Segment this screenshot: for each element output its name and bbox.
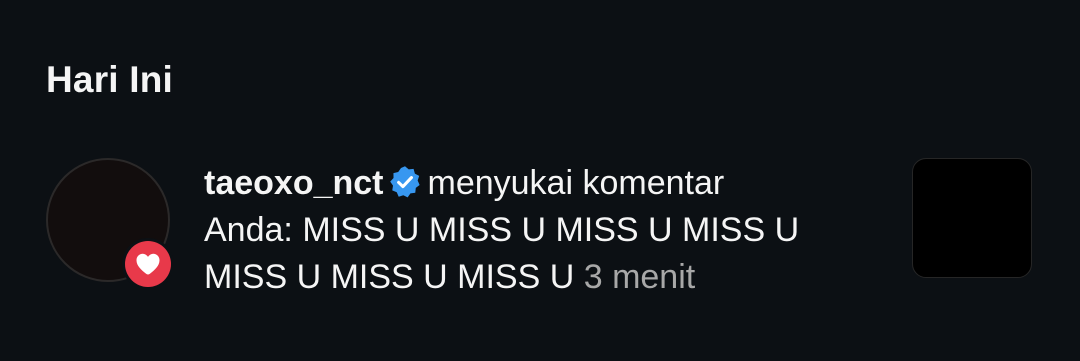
verified-badge-icon: [389, 166, 420, 198]
avatar-container[interactable]: [46, 158, 174, 290]
heart-icon: [136, 253, 160, 275]
comment-prefix: Anda:: [204, 211, 293, 249]
username-link[interactable]: taeoxo_nct: [204, 164, 384, 202]
activity-page: Hari Ini taeoxo_nct menyukai komentar And…: [0, 0, 1080, 361]
notification-time: 3 menit: [583, 258, 696, 296]
notification-action: menyukai komentar: [427, 164, 725, 202]
post-thumbnail[interactable]: [912, 158, 1032, 278]
like-badge-circle: [125, 241, 171, 287]
notification-item[interactable]: taeoxo_nct menyukai komentar Anda: MISS U…: [46, 156, 1036, 296]
section-title-today: Hari Ini: [46, 59, 174, 100]
notification-text[interactable]: taeoxo_nct menyukai komentar Anda: MISS U…: [204, 160, 864, 301]
like-badge: [122, 238, 174, 290]
comment-text: MISS U MISS U MISS U MISS U MISS U MISS …: [204, 211, 800, 296]
